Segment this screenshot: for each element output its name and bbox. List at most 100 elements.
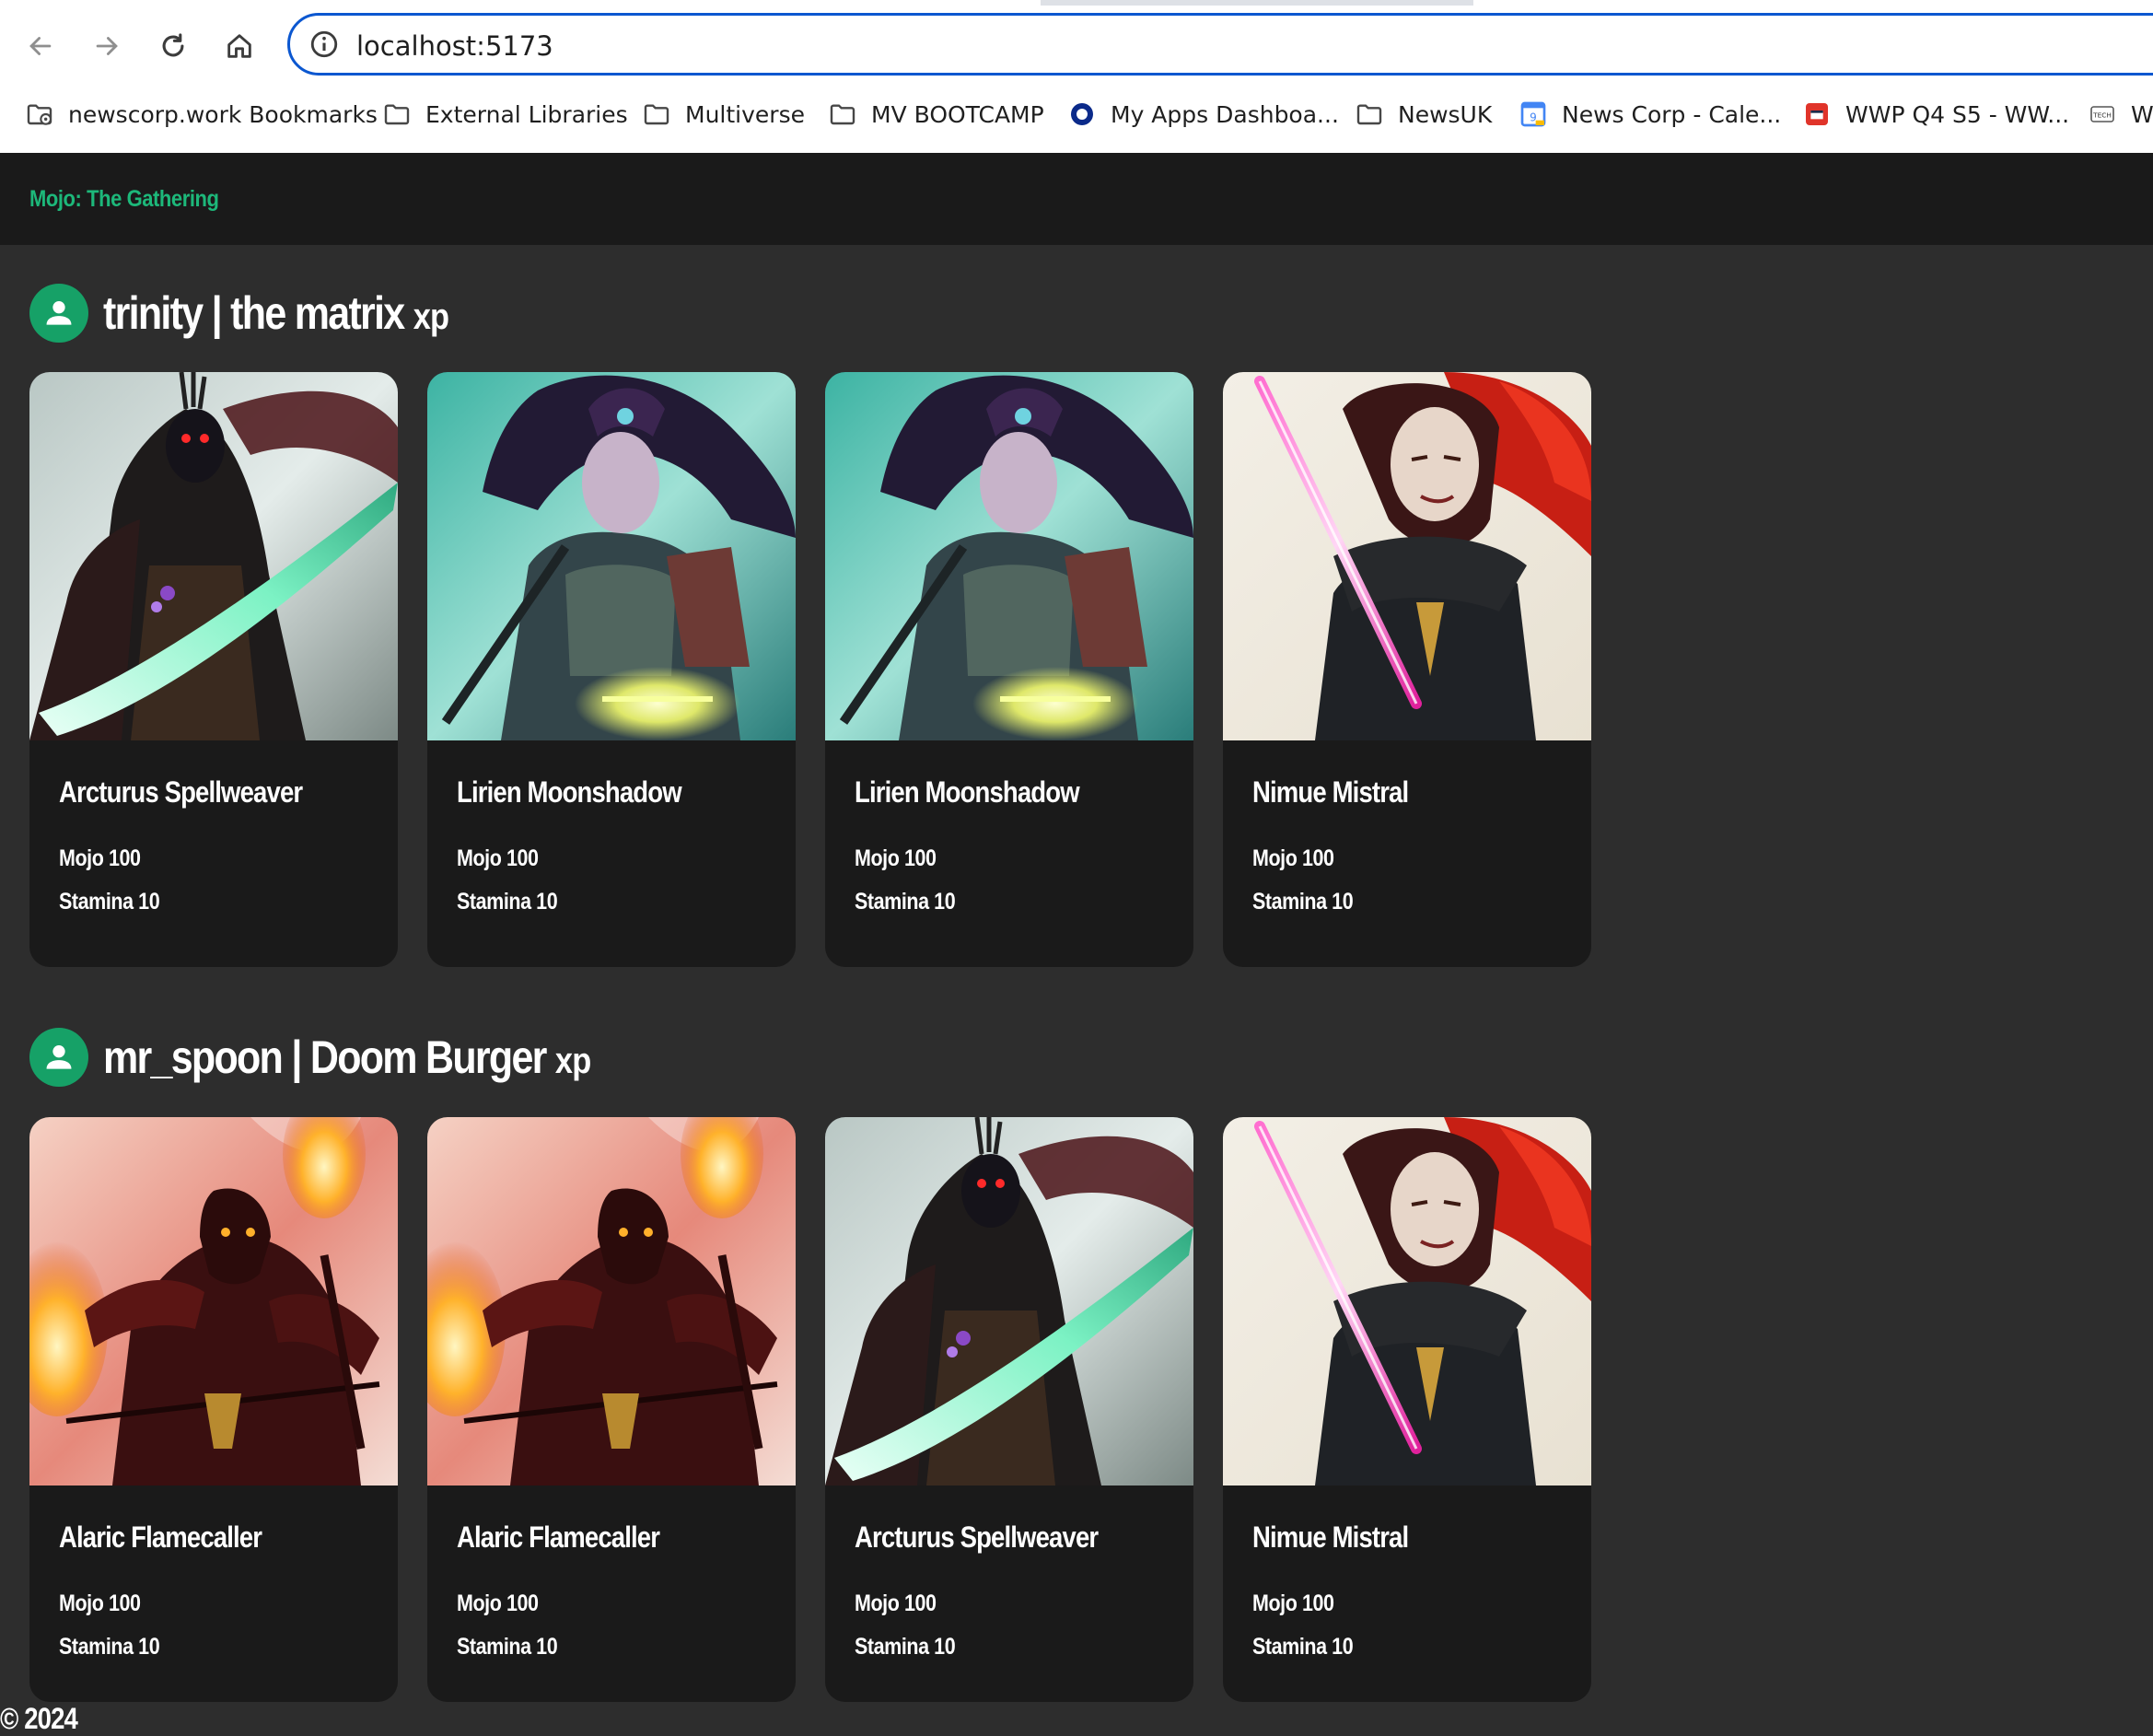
folder-icon: [827, 99, 858, 130]
card[interactable]: Arcturus Spellweaver Mojo 100 Stamina 10: [29, 372, 398, 967]
reload-icon: [162, 33, 184, 57]
card[interactable]: Alaric Flamecaller Mojo 100 Stamina 10: [29, 1117, 398, 1702]
card-art-lirien: [427, 372, 796, 740]
bookmark-label: WWP Q4 S5 - WW...: [1845, 100, 2070, 128]
bookmark-we[interactable]: TECH We: [2087, 90, 2153, 138]
avatar: [29, 284, 88, 343]
tech-icon: TECH: [2087, 99, 2118, 130]
folder-icon: [641, 99, 672, 130]
card-title: Nimue Mistral: [1252, 775, 1409, 809]
player-xp: xp: [554, 1041, 591, 1081]
card-title: Arcturus Spellweaver: [855, 1520, 1099, 1554]
bookmark-label: newscorp.work Bookmarks: [68, 100, 378, 128]
bookmarks-bar: newscorp.work Bookmarks External Librari…: [0, 90, 2153, 138]
bookmark-news-corp-calendar[interactable]: 9 News Corp - Cale...: [1518, 90, 1781, 138]
app-brand[interactable]: Mojo: The Gathering: [29, 186, 219, 213]
bookmark-external-libraries[interactable]: External Libraries: [381, 90, 628, 138]
card-title: Alaric Flamecaller: [457, 1520, 660, 1554]
card-mojo: Mojo 100: [457, 845, 539, 871]
card-stamina: Stamina 10: [59, 889, 160, 915]
url-text[interactable]: localhost:5173: [356, 30, 553, 62]
tab-strip: [0, 0, 2153, 6]
card-art-lirien: [825, 372, 1193, 740]
bookmark-multiverse[interactable]: Multiverse: [641, 90, 805, 138]
card-mojo: Mojo 100: [1252, 845, 1334, 871]
card-mojo: Mojo 100: [59, 1590, 141, 1616]
player-xp: xp: [413, 297, 449, 337]
card-art-alaric: [29, 1117, 398, 1486]
person-icon: [46, 301, 72, 325]
bookmark-my-apps-dashboard[interactable]: My Apps Dashboa...: [1066, 90, 1339, 138]
player-name: trinity | the matrix xp: [103, 286, 449, 340]
card[interactable]: Alaric Flamecaller Mojo 100 Stamina 10: [427, 1117, 796, 1702]
back-button[interactable]: [15, 20, 66, 72]
bookmark-mv-bootcamp[interactable]: MV BOOTCAMP: [827, 90, 1044, 138]
player-name: mr_spoon | Doom Burger xp: [103, 1031, 591, 1084]
card-stamina: Stamina 10: [457, 1634, 558, 1660]
tab-active-edge[interactable]: [0, 0, 1041, 6]
card-stamina: Stamina 10: [1252, 1634, 1354, 1660]
card-stamina: Stamina 10: [855, 889, 956, 915]
player-header: mr_spoon | Doom Burger xp: [29, 1020, 670, 1094]
bookmark-label: We: [2131, 100, 2153, 128]
managed-folder-icon: [24, 99, 55, 130]
card-stamina: Stamina 10: [457, 889, 558, 915]
folder-icon: [381, 99, 413, 130]
svg-text:TECH: TECH: [2092, 111, 2112, 119]
home-button[interactable]: [214, 20, 265, 72]
arrow-right-icon: [96, 37, 118, 55]
reload-button[interactable]: [147, 20, 199, 72]
card-art-arcturus: [29, 372, 398, 740]
red-app-icon: [1801, 99, 1833, 130]
card[interactable]: Lirien Moonshadow Mojo 100 Stamina 10: [427, 372, 796, 967]
player-header: trinity | the matrix xp: [29, 276, 505, 350]
card-stamina: Stamina 10: [855, 1634, 956, 1660]
bookmark-wwp[interactable]: WWP Q4 S5 - WW...: [1801, 90, 2069, 138]
card-stamina: Stamina 10: [1252, 889, 1354, 915]
player-name-text: mr_spoon | Doom Burger: [103, 1031, 547, 1083]
bookmark-label: News Corp - Cale...: [1562, 100, 1782, 128]
card-title: Nimue Mistral: [1252, 1520, 1409, 1554]
bookmark-label: Multiverse: [685, 100, 805, 128]
footer-copyright: © 2024: [0, 1702, 78, 1735]
bookmark-label: External Libraries: [425, 100, 628, 128]
arrow-left-icon: [29, 37, 52, 55]
bookmark-newsuk[interactable]: NewsUK: [1354, 90, 1492, 138]
card-mojo: Mojo 100: [457, 1590, 539, 1616]
card-mojo: Mojo 100: [855, 845, 937, 871]
ring-logo-icon: [1066, 99, 1098, 130]
card-title: Arcturus Spellweaver: [59, 775, 303, 809]
forward-button[interactable]: [81, 20, 133, 72]
card[interactable]: Nimue Mistral Mojo 100 Stamina 10: [1223, 1117, 1591, 1702]
card-title: Lirien Moonshadow: [855, 775, 1080, 809]
person-icon: [46, 1045, 72, 1069]
card-mojo: Mojo 100: [59, 845, 141, 871]
bookmark-newscorp-work[interactable]: newscorp.work Bookmarks: [24, 90, 378, 138]
svg-text:9: 9: [1530, 111, 1537, 123]
info-icon[interactable]: [308, 29, 340, 60]
address-bar[interactable]: localhost:5173: [287, 13, 2153, 76]
card-mojo: Mojo 100: [1252, 1590, 1334, 1616]
player-name-text: trinity | the matrix: [103, 287, 405, 339]
calendar-icon: 9: [1518, 99, 1549, 130]
folder-icon: [1354, 99, 1385, 130]
browser-chrome: localhost:5173 newscorp.work Bookmarks E…: [0, 0, 2153, 153]
bookmark-label: NewsUK: [1398, 100, 1493, 128]
app-header: Mojo: The Gathering: [0, 153, 2153, 245]
tab-edge[interactable]: [1473, 0, 2153, 6]
card[interactable]: Arcturus Spellweaver Mojo 100 Stamina 10: [825, 1117, 1193, 1702]
card-art-nimue: [1223, 372, 1591, 740]
card[interactable]: Nimue Mistral Mojo 100 Stamina 10: [1223, 372, 1591, 967]
card-art-arcturus: [825, 1117, 1193, 1486]
card-art-nimue: [1223, 1117, 1591, 1486]
bookmark-label: MV BOOTCAMP: [871, 100, 1044, 128]
home-icon: [227, 34, 251, 58]
card-stamina: Stamina 10: [59, 1634, 160, 1660]
bookmark-label: My Apps Dashboa...: [1111, 100, 1339, 128]
avatar: [29, 1028, 88, 1087]
card-mojo: Mojo 100: [855, 1590, 937, 1616]
card[interactable]: Lirien Moonshadow Mojo 100 Stamina 10: [825, 372, 1193, 967]
card-art-alaric: [427, 1117, 796, 1486]
card-title: Lirien Moonshadow: [457, 775, 682, 809]
card-title: Alaric Flamecaller: [59, 1520, 262, 1554]
